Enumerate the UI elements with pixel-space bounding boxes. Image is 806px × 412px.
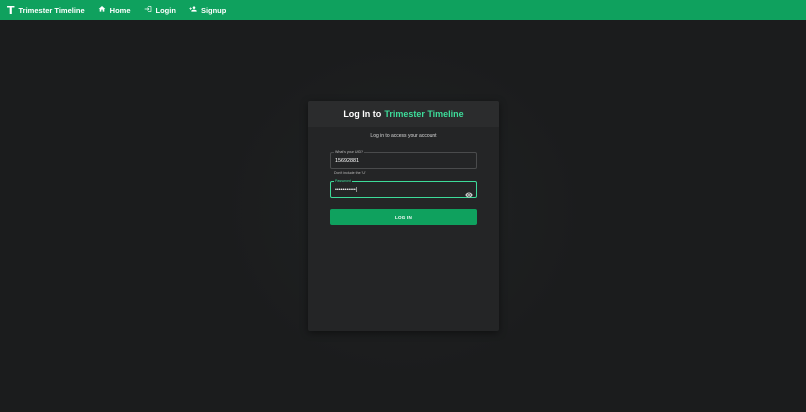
card-header: Log In to Trimester Timeline — [308, 101, 499, 127]
card-title-accent: Trimester Timeline — [384, 109, 464, 119]
nav-login-link[interactable]: Login — [144, 5, 176, 15]
uid-label: What's your UID? — [334, 150, 365, 155]
brand[interactable]: T Trimester Timeline — [7, 5, 85, 16]
brand-name: Trimester Timeline — [18, 5, 85, 15]
nav-home-label: Home — [109, 5, 131, 15]
card-title: Log In to — [343, 109, 382, 119]
brand-logo-icon: T — [7, 3, 15, 17]
login-button[interactable]: LOG IN — [330, 209, 477, 225]
navbar: T Trimester Timeline Home Login Signup — [0, 0, 806, 20]
home-icon — [98, 5, 106, 15]
login-icon — [144, 5, 152, 15]
password-value: •••••••••••| — [335, 187, 358, 193]
nav-login-label: Login — [155, 5, 176, 15]
person-add-icon — [189, 5, 197, 15]
password-label: Password — [334, 179, 352, 184]
nav-home-link[interactable]: Home — [98, 5, 131, 15]
login-card: Log In to Trimester Timeline Log in to a… — [308, 101, 499, 331]
password-input[interactable]: Password •••••••••••| — [330, 179, 477, 198]
uid-helper-text: Don't include the 'U' — [334, 171, 366, 175]
card-subtitle: Log in to access your account — [370, 133, 437, 139]
uid-value: 15692881 — [335, 158, 359, 164]
eye-icon[interactable] — [465, 186, 473, 198]
nav-signup-link[interactable]: Signup — [189, 5, 226, 15]
uid-input[interactable]: What's your UID? 15692881 — [330, 150, 477, 169]
nav-signup-label: Signup — [200, 5, 227, 15]
